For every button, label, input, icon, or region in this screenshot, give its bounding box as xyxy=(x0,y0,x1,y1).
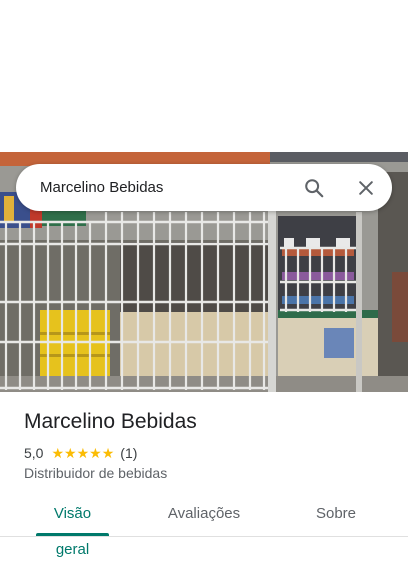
star-icon: ★ xyxy=(51,445,65,461)
star-icon: ★ xyxy=(101,445,115,461)
tab-about[interactable]: Sobre xyxy=(306,496,366,534)
star-rating: ★ ★ ★ ★ ★ xyxy=(51,446,114,460)
place-category: Distribuidor de bebidas xyxy=(24,465,168,481)
tab-overview[interactable]: Visão geral xyxy=(36,496,109,558)
search-input[interactable]: Marcelino Bebidas xyxy=(40,164,163,211)
search-icon[interactable] xyxy=(300,174,328,202)
tab-reviews[interactable]: Avaliações xyxy=(160,496,248,534)
rating-value: 5,0 xyxy=(24,445,44,461)
close-icon[interactable] xyxy=(352,174,380,202)
search-bar[interactable]: Marcelino Bebidas xyxy=(16,164,392,211)
star-icon: ★ xyxy=(76,445,90,461)
tab-bar: Visão geral Avaliações Sobre xyxy=(0,496,408,558)
review-count[interactable]: (1) xyxy=(120,445,137,461)
star-icon: ★ xyxy=(64,445,77,461)
tabs-divider xyxy=(0,536,408,537)
star-icon: ★ xyxy=(89,445,102,461)
rating-row[interactable]: 5,0 ★ ★ ★ ★ ★ (1) xyxy=(24,444,137,462)
place-name: Marcelino Bebidas xyxy=(24,410,197,433)
